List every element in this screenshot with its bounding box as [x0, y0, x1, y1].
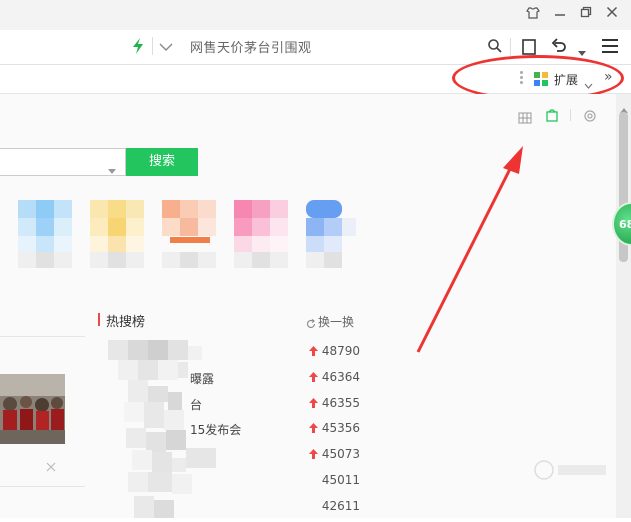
rising-arrow-icon [309, 397, 318, 411]
rising-arrow-icon [309, 346, 318, 359]
news-thumbnail[interactable] [0, 374, 65, 444]
speed-ball-value: 68 [619, 218, 631, 231]
news-divider [0, 486, 85, 487]
refresh-label: 换一换 [318, 315, 355, 329]
watermark-logo [534, 458, 610, 482]
search-input[interactable] [0, 148, 126, 176]
vertical-scrollbar[interactable] [616, 94, 631, 518]
rising-arrow-icon [309, 371, 318, 385]
blurred-site-logos [0, 195, 360, 275]
refresh-button[interactable]: 换一换 [306, 313, 360, 329]
search-button[interactable]: 搜索 [126, 148, 198, 176]
close-icon[interactable] [46, 457, 56, 476]
refresh-icon [306, 314, 316, 333]
blurred-hot-titles [104, 340, 224, 518]
hot-item-count: 46364 [321, 369, 360, 384]
hot-item-count: 42611 [321, 498, 360, 513]
hot-item-count: 46355 [321, 395, 360, 410]
hot-item-count: 45073 [321, 447, 360, 462]
hot-list-header: 热搜榜 换一换 [98, 310, 360, 330]
hot-item-count: 48790 [321, 344, 360, 358]
chevron-down-icon[interactable] [108, 160, 116, 179]
news-divider [0, 336, 85, 337]
hot-list-marker [98, 313, 100, 326]
hot-item-count: 45356 [321, 421, 360, 436]
rising-arrow-icon [309, 449, 318, 462]
hot-item-count: 45011 [321, 473, 360, 487]
hot-list-title: 热搜榜 [106, 315, 146, 330]
rising-arrow-icon [309, 423, 318, 436]
